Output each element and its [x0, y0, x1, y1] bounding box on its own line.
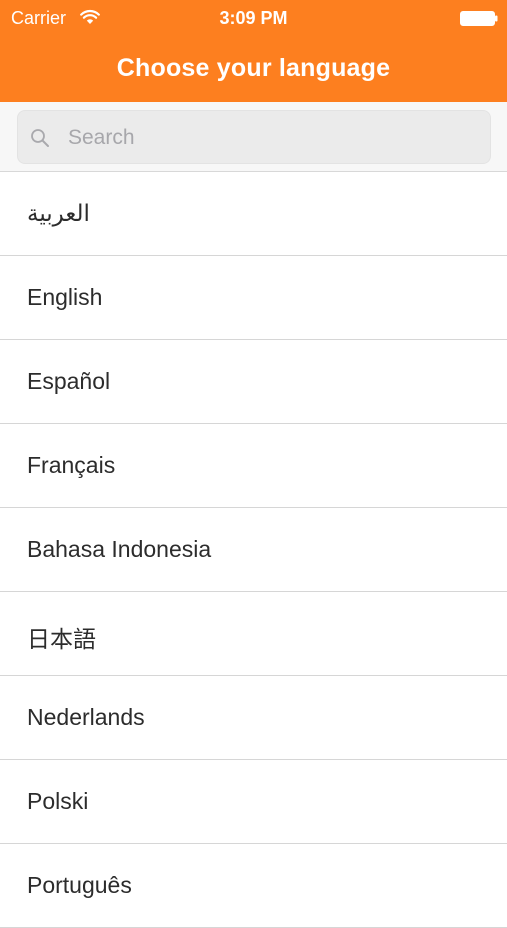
search-icon [31, 129, 49, 147]
search-input[interactable] [66, 111, 480, 165]
language-item-indonesian[interactable]: Bahasa Indonesia [0, 508, 507, 592]
language-label: 日本語 [27, 626, 96, 652]
page-title: Choose your language [116, 54, 391, 82]
language-label: English [27, 284, 103, 310]
battery-icon [460, 11, 498, 26]
language-list: العربية English Español Français Bahasa … [0, 172, 507, 928]
language-label: Bahasa Indonesia [27, 536, 212, 562]
language-label: العربية [27, 200, 90, 226]
language-label: Português [27, 872, 132, 898]
language-label: Français [27, 452, 116, 478]
search-field[interactable] [17, 110, 491, 165]
language-label: Nederlands [27, 704, 145, 730]
language-item-dutch[interactable]: Nederlands [0, 676, 507, 760]
status-bar: Carrier 3:09 PM [0, 0, 507, 38]
language-item-portuguese[interactable]: Português [0, 844, 507, 928]
status-time: 3:09 PM [219, 8, 288, 28]
language-label: Español [27, 368, 111, 394]
language-item-arabic[interactable]: العربية [0, 172, 507, 256]
language-label: Polski [27, 788, 89, 814]
language-item-english[interactable]: English [0, 256, 507, 340]
language-item-spanish[interactable]: Español [0, 340, 507, 424]
language-item-japanese[interactable]: 日本語 [0, 592, 507, 676]
app-header: Carrier 3:09 PM Choose your language [0, 0, 507, 102]
search-bar [0, 102, 507, 172]
language-item-polish[interactable]: Polski [0, 760, 507, 844]
language-item-french[interactable]: Français [0, 424, 507, 508]
